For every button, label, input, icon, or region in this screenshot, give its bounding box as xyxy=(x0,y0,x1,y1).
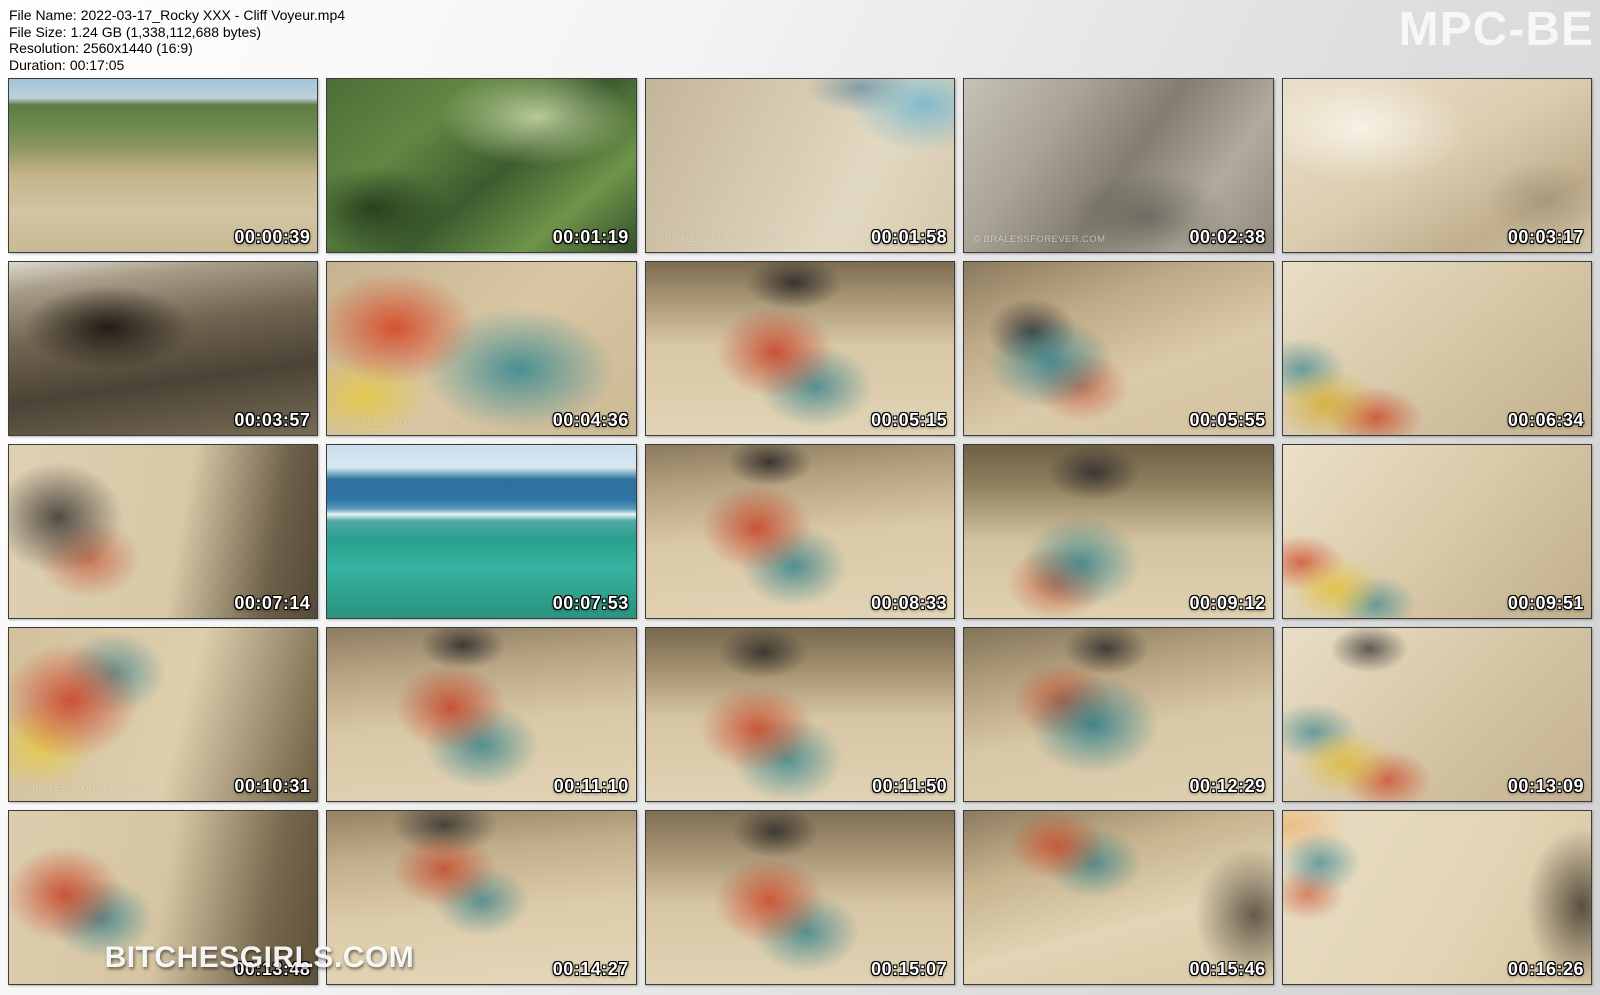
resolution-label: Resolution: xyxy=(9,40,79,56)
video-thumbnail-10: 00:06:34 xyxy=(1282,261,1592,436)
video-thumbnail-20: 00:13:09 xyxy=(1282,627,1592,802)
thumbnail-timestamp: 00:14:27 xyxy=(553,959,629,980)
thumbnail-timestamp: 00:07:14 xyxy=(234,593,310,614)
thumbnail-timestamp: 00:11:10 xyxy=(554,776,629,797)
thumbnail-timestamp: 00:05:15 xyxy=(871,410,947,431)
duration-label: Duration: xyxy=(9,57,66,73)
video-thumbnail-21: BITCHESGIRLS.COM 00:13:48 xyxy=(8,810,318,985)
thumbnail-timestamp: 00:06:34 xyxy=(1508,410,1584,431)
thumbnail-timestamp: 00:03:17 xyxy=(1508,227,1584,248)
resolution-value: 2560x1440 (16:9) xyxy=(83,40,193,56)
thumbnail-timestamp: 00:09:12 xyxy=(1190,593,1266,614)
video-thumbnail-5: 00:03:17 xyxy=(1282,78,1592,253)
video-thumbnail-16: © BRALESSFOREVER.COM 00:10:31 xyxy=(8,627,318,802)
file-size-label: File Size: xyxy=(9,24,67,40)
site-watermark: BITCHESGIRLS.COM xyxy=(105,941,415,975)
video-thumbnail-24: 00:15:46 xyxy=(963,810,1273,985)
video-thumbnail-9: 00:05:55 xyxy=(963,261,1273,436)
resolution-row: Resolution:2560x1440 (16:9) xyxy=(9,40,345,57)
video-thumbnail-8: 00:05:15 xyxy=(645,261,955,436)
video-thumbnail-12: 00:07:53 xyxy=(326,444,636,619)
thumbnail-timestamp: 00:00:39 xyxy=(234,227,310,248)
thumbnail-timestamp: 00:15:46 xyxy=(1190,959,1266,980)
video-thumbnail-17: 00:11:10 xyxy=(326,627,636,802)
thumbnail-timestamp: 00:02:38 xyxy=(1190,227,1266,248)
video-thumbnail-2: 00:01:19 xyxy=(326,78,636,253)
video-thumbnail-23: 00:15:07 xyxy=(645,810,955,985)
thumbnail-timestamp: 00:07:53 xyxy=(553,593,629,614)
video-thumbnail-6: 00:03:57 xyxy=(8,261,318,436)
thumbnail-timestamp: 00:15:07 xyxy=(871,959,947,980)
media-info-block: File Name:2022-03-17_Rocky XXX - Cliff V… xyxy=(9,7,345,73)
thumbnail-timestamp: 00:05:55 xyxy=(1190,410,1266,431)
thumbnail-timestamp: 00:12:29 xyxy=(1190,776,1266,797)
video-thumbnail-19: 00:12:29 xyxy=(963,627,1273,802)
thumbnail-timestamp: 00:03:57 xyxy=(234,410,310,431)
thumbnail-timestamp: 00:13:09 xyxy=(1508,776,1584,797)
content-watermark: © BRALESSFOREVER.COM xyxy=(336,417,468,428)
video-thumbnail-14: 00:09:12 xyxy=(963,444,1273,619)
thumbnail-timestamp: 00:01:58 xyxy=(871,227,947,248)
thumbnail-timestamp: 00:10:31 xyxy=(234,776,310,797)
thumbnail-timestamp: 00:08:33 xyxy=(871,593,947,614)
video-thumbnail-18: 00:11:50 xyxy=(645,627,955,802)
video-thumbnail-3: © BRALESSFOREVER.COM 00:01:58 xyxy=(645,78,955,253)
video-thumbnail-7: © BRALESSFOREVER.COM 00:04:36 xyxy=(326,261,636,436)
thumbnail-grid: 00:00:39 00:01:19 © BRALESSFOREVER.COM 0… xyxy=(8,78,1592,985)
video-thumbnail-4: © BRALESSFOREVER.COM 00:02:38 xyxy=(963,78,1273,253)
thumbnail-timestamp: 00:11:50 xyxy=(872,776,947,797)
thumbnail-timestamp: 00:16:26 xyxy=(1508,959,1584,980)
file-name-value: 2022-03-17_Rocky XXX - Cliff Voyeur.mp4 xyxy=(81,7,345,23)
video-thumbnail-13: 00:08:33 xyxy=(645,444,955,619)
video-thumbnail-1: 00:00:39 xyxy=(8,78,318,253)
content-watermark: © BRALESSFOREVER.COM xyxy=(655,234,787,245)
file-size-value: 1.24 GB (1,338,112,688 bytes) xyxy=(71,24,261,40)
duration-row: Duration:00:17:05 xyxy=(9,57,345,74)
file-size-row: File Size:1.24 GB (1,338,112,688 bytes) xyxy=(9,24,345,41)
thumbnail-timestamp: 00:04:36 xyxy=(553,410,629,431)
thumbnail-timestamp: 00:09:51 xyxy=(1508,593,1584,614)
mpc-be-logo: MPC-BE xyxy=(1399,2,1594,57)
thumbnail-timestamp: 00:01:19 xyxy=(553,227,629,248)
content-watermark: © BRALESSFOREVER.COM xyxy=(18,783,150,794)
video-thumbnail-15: 00:09:51 xyxy=(1282,444,1592,619)
content-watermark: © BRALESSFOREVER.COM xyxy=(973,234,1105,245)
video-thumbnail-25: 00:16:26 xyxy=(1282,810,1592,985)
video-thumbnail-11: 00:07:14 xyxy=(8,444,318,619)
file-name-label: File Name: xyxy=(9,7,77,23)
duration-value: 00:17:05 xyxy=(70,57,125,73)
file-name-row: File Name:2022-03-17_Rocky XXX - Cliff V… xyxy=(9,7,345,24)
